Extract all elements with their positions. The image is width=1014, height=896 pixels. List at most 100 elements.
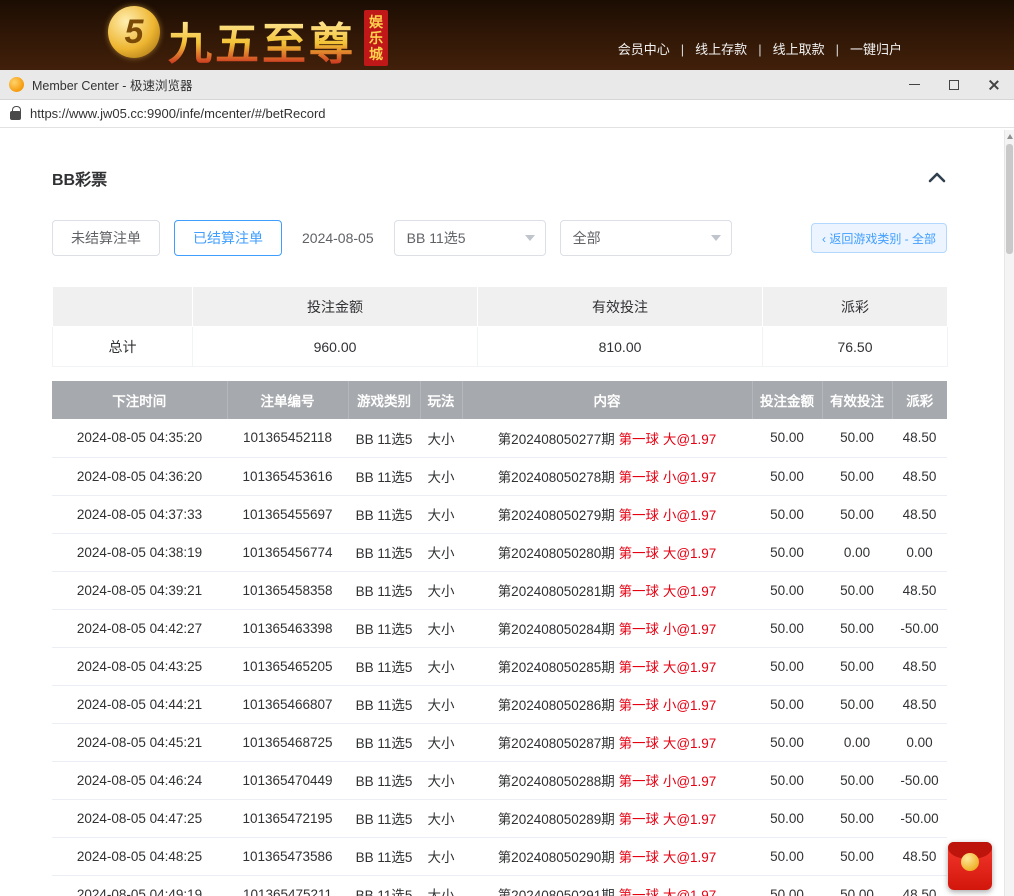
cell-bet-amount: 50.00 [752,647,822,685]
cell-bet-amount: 50.00 [752,875,822,896]
cell-valid-bet: 0.00 [822,533,892,571]
game-select[interactable]: BB 11选5 [394,220,546,256]
summary-header-bet: 投注金额 [193,287,478,327]
pick-text: 第一球 小@1.97 [619,774,717,789]
cell-game-category: BB 11选5 [348,457,420,495]
cell-play-type: 大小 [420,837,462,875]
cell-bet-id: 101365473586 [227,837,348,875]
cell-payout: 48.50 [892,647,947,685]
period-text: 第202408050286期 [498,698,615,713]
nav-deposit[interactable]: 线上存款 [670,39,747,58]
period-text: 第202408050278期 [498,470,615,485]
cell-payout: 48.50 [892,837,947,875]
table-row: 2024-08-05 04:36:20 101365453616 BB 11选5… [52,457,947,495]
nav-withdraw[interactable]: 线上取款 [747,39,824,58]
period-text: 第202408050284期 [498,622,615,637]
address-bar[interactable]: https://www.jw05.cc:9900/infe/mcenter/#/… [0,100,1014,128]
pick-text: 第一球 大@1.97 [619,888,717,896]
header-content: 内容 [462,381,752,419]
cell-game-category: BB 11选5 [348,571,420,609]
cell-play-type: 大小 [420,495,462,533]
cell-bet-amount: 50.00 [752,799,822,837]
cell-content: 第202408050290期 第一球 大@1.97 [462,837,752,875]
cell-content: 第202408050281期 第一球 大@1.97 [462,571,752,609]
cell-valid-bet: 50.00 [822,419,892,457]
cell-valid-bet: 50.00 [822,609,892,647]
scope-select[interactable]: 全部 [560,220,732,256]
cell-bet-id: 101365475211 [227,875,348,896]
cell-valid-bet: 0.00 [822,723,892,761]
cell-bet-time: 2024-08-05 04:47:25 [52,799,227,837]
cell-game-category: BB 11选5 [348,837,420,875]
nav-one-key-transfer[interactable]: 一键归户 [825,39,902,58]
header-play-type: 玩法 [420,381,462,419]
section-title: BB彩票 [52,166,107,190]
cell-bet-id: 101365472195 [227,799,348,837]
url-text: https://www.jw05.cc:9900/infe/mcenter/#/… [30,106,326,121]
browser-titlebar: Member Center - 极速浏览器 [0,70,1014,100]
cell-bet-id: 101365463398 [227,609,348,647]
cell-play-type: 大小 [420,647,462,685]
cell-bet-id: 101365470449 [227,761,348,799]
close-button[interactable] [974,70,1014,99]
cell-bet-id: 101365455697 [227,495,348,533]
unsettled-bets-button[interactable]: 未结算注单 [52,220,160,256]
pick-text: 第一球 小@1.97 [619,470,717,485]
cell-play-type: 大小 [420,875,462,896]
period-text: 第202408050290期 [498,850,615,865]
header-bet-amount: 投注金额 [752,381,822,419]
cell-game-category: BB 11选5 [348,647,420,685]
table-row: 2024-08-05 04:46:24 101365470449 BB 11选5… [52,761,947,799]
cell-bet-time: 2024-08-05 04:49:19 [52,875,227,896]
cell-bet-amount: 50.00 [752,495,822,533]
cell-bet-time: 2024-08-05 04:45:21 [52,723,227,761]
page-scrollbar[interactable] [1004,130,1014,896]
cell-play-type: 大小 [420,761,462,799]
brand-logo: 5 九五至尊 娱乐城 [108,0,388,72]
summary-valid-value: 810.00 [478,327,763,367]
nav-member-center[interactable]: 会员中心 [618,39,670,58]
cell-game-category: BB 11选5 [348,495,420,533]
header-valid-bet: 有效投注 [822,381,892,419]
banner-nav: 会员中心 线上存款 线上取款 一键归户 [618,39,902,58]
minimize-button[interactable] [894,70,934,99]
back-to-category-button[interactable]: ‹ 返回游戏类别 - 全部 [811,223,947,253]
maximize-icon [949,80,959,90]
table-row: 2024-08-05 04:35:20 101365452118 BB 11选5… [52,419,947,457]
maximize-button[interactable] [934,70,974,99]
red-packet-button[interactable] [948,842,992,890]
scrollbar-thumb[interactable] [1006,144,1013,254]
date-picker[interactable]: 2024-08-05 [302,230,374,246]
cell-bet-time: 2024-08-05 04:37:33 [52,495,227,533]
cell-valid-bet: 50.00 [822,457,892,495]
cell-valid-bet: 50.00 [822,495,892,533]
cell-valid-bet: 50.00 [822,647,892,685]
cell-bet-id: 101365468725 [227,723,348,761]
collapse-button[interactable] [927,171,947,185]
table-row: 2024-08-05 04:43:25 101365465205 BB 11选5… [52,647,947,685]
pick-text: 第一球 大@1.97 [619,432,717,447]
pick-text: 第一球 大@1.97 [619,584,717,599]
cell-bet-time: 2024-08-05 04:43:25 [52,647,227,685]
summary-bet-value: 960.00 [193,327,478,367]
period-text: 第202408050279期 [498,508,615,523]
header-payout: 派彩 [892,381,947,419]
period-text: 第202408050288期 [498,774,615,789]
cell-bet-time: 2024-08-05 04:42:27 [52,609,227,647]
chevron-down-icon [711,235,721,241]
cell-game-category: BB 11选5 [348,875,420,896]
cell-play-type: 大小 [420,685,462,723]
cell-game-category: BB 11选5 [348,723,420,761]
pick-text: 第一球 大@1.97 [619,850,717,865]
window-title: Member Center - 极速浏览器 [32,75,192,94]
cell-game-category: BB 11选5 [348,609,420,647]
pick-text: 第一球 大@1.97 [619,660,717,675]
cell-bet-id: 101365453616 [227,457,348,495]
table-row: 2024-08-05 04:49:19 101365475211 BB 11选5… [52,875,947,896]
scope-select-value: 全部 [573,228,601,248]
summary-table: 投注金额 有效投注 派彩 总计 960.00 810.00 76.50 [52,286,948,367]
settled-bets-button[interactable]: 已结算注单 [174,220,282,256]
window-controls [894,70,1014,99]
cell-content: 第202408050279期 第一球 小@1.97 [462,495,752,533]
table-row: 2024-08-05 04:45:21 101365468725 BB 11选5… [52,723,947,761]
